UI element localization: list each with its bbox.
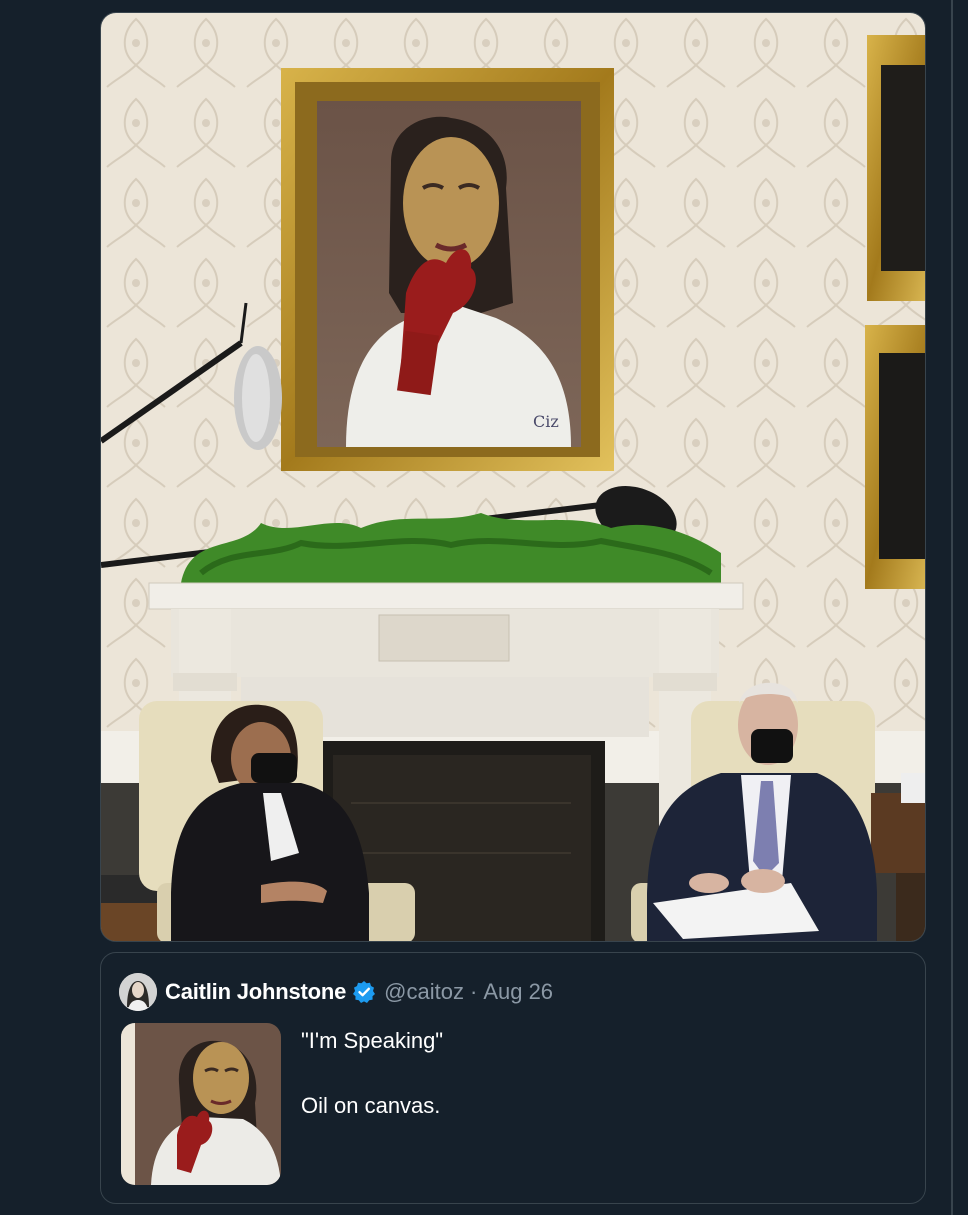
quoted-tweet-header: Caitlin Johnstone @caitoz · Aug 26 — [119, 973, 553, 1011]
author-avatar[interactable] — [119, 973, 157, 1011]
quoted-tweet-text: "I'm Speaking" Oil on canvas. — [301, 1027, 901, 1157]
header-separator: · — [469, 979, 478, 1004]
author-handle[interactable]: @caitoz — [384, 979, 464, 1005]
svg-text:Ciz: Ciz — [533, 412, 559, 431]
quoted-tweet-thumbnail[interactable] — [121, 1023, 281, 1185]
author-name[interactable]: Caitlin Johnstone — [165, 979, 346, 1005]
quoted-tweet-line-2: Oil on canvas. — [301, 1093, 441, 1118]
tweet-media-photo[interactable]: Ciz — [100, 12, 926, 942]
quoted-tweet-line-1: "I'm Speaking" — [301, 1028, 444, 1053]
photo-scene: Ciz — [101, 13, 925, 941]
timeline-border — [951, 0, 953, 1215]
tweet-date[interactable]: Aug 26 — [483, 979, 553, 1005]
verified-badge-icon — [352, 980, 376, 1004]
quoted-tweet-card[interactable]: Caitlin Johnstone @caitoz · Aug 26 "I'm … — [100, 952, 926, 1204]
